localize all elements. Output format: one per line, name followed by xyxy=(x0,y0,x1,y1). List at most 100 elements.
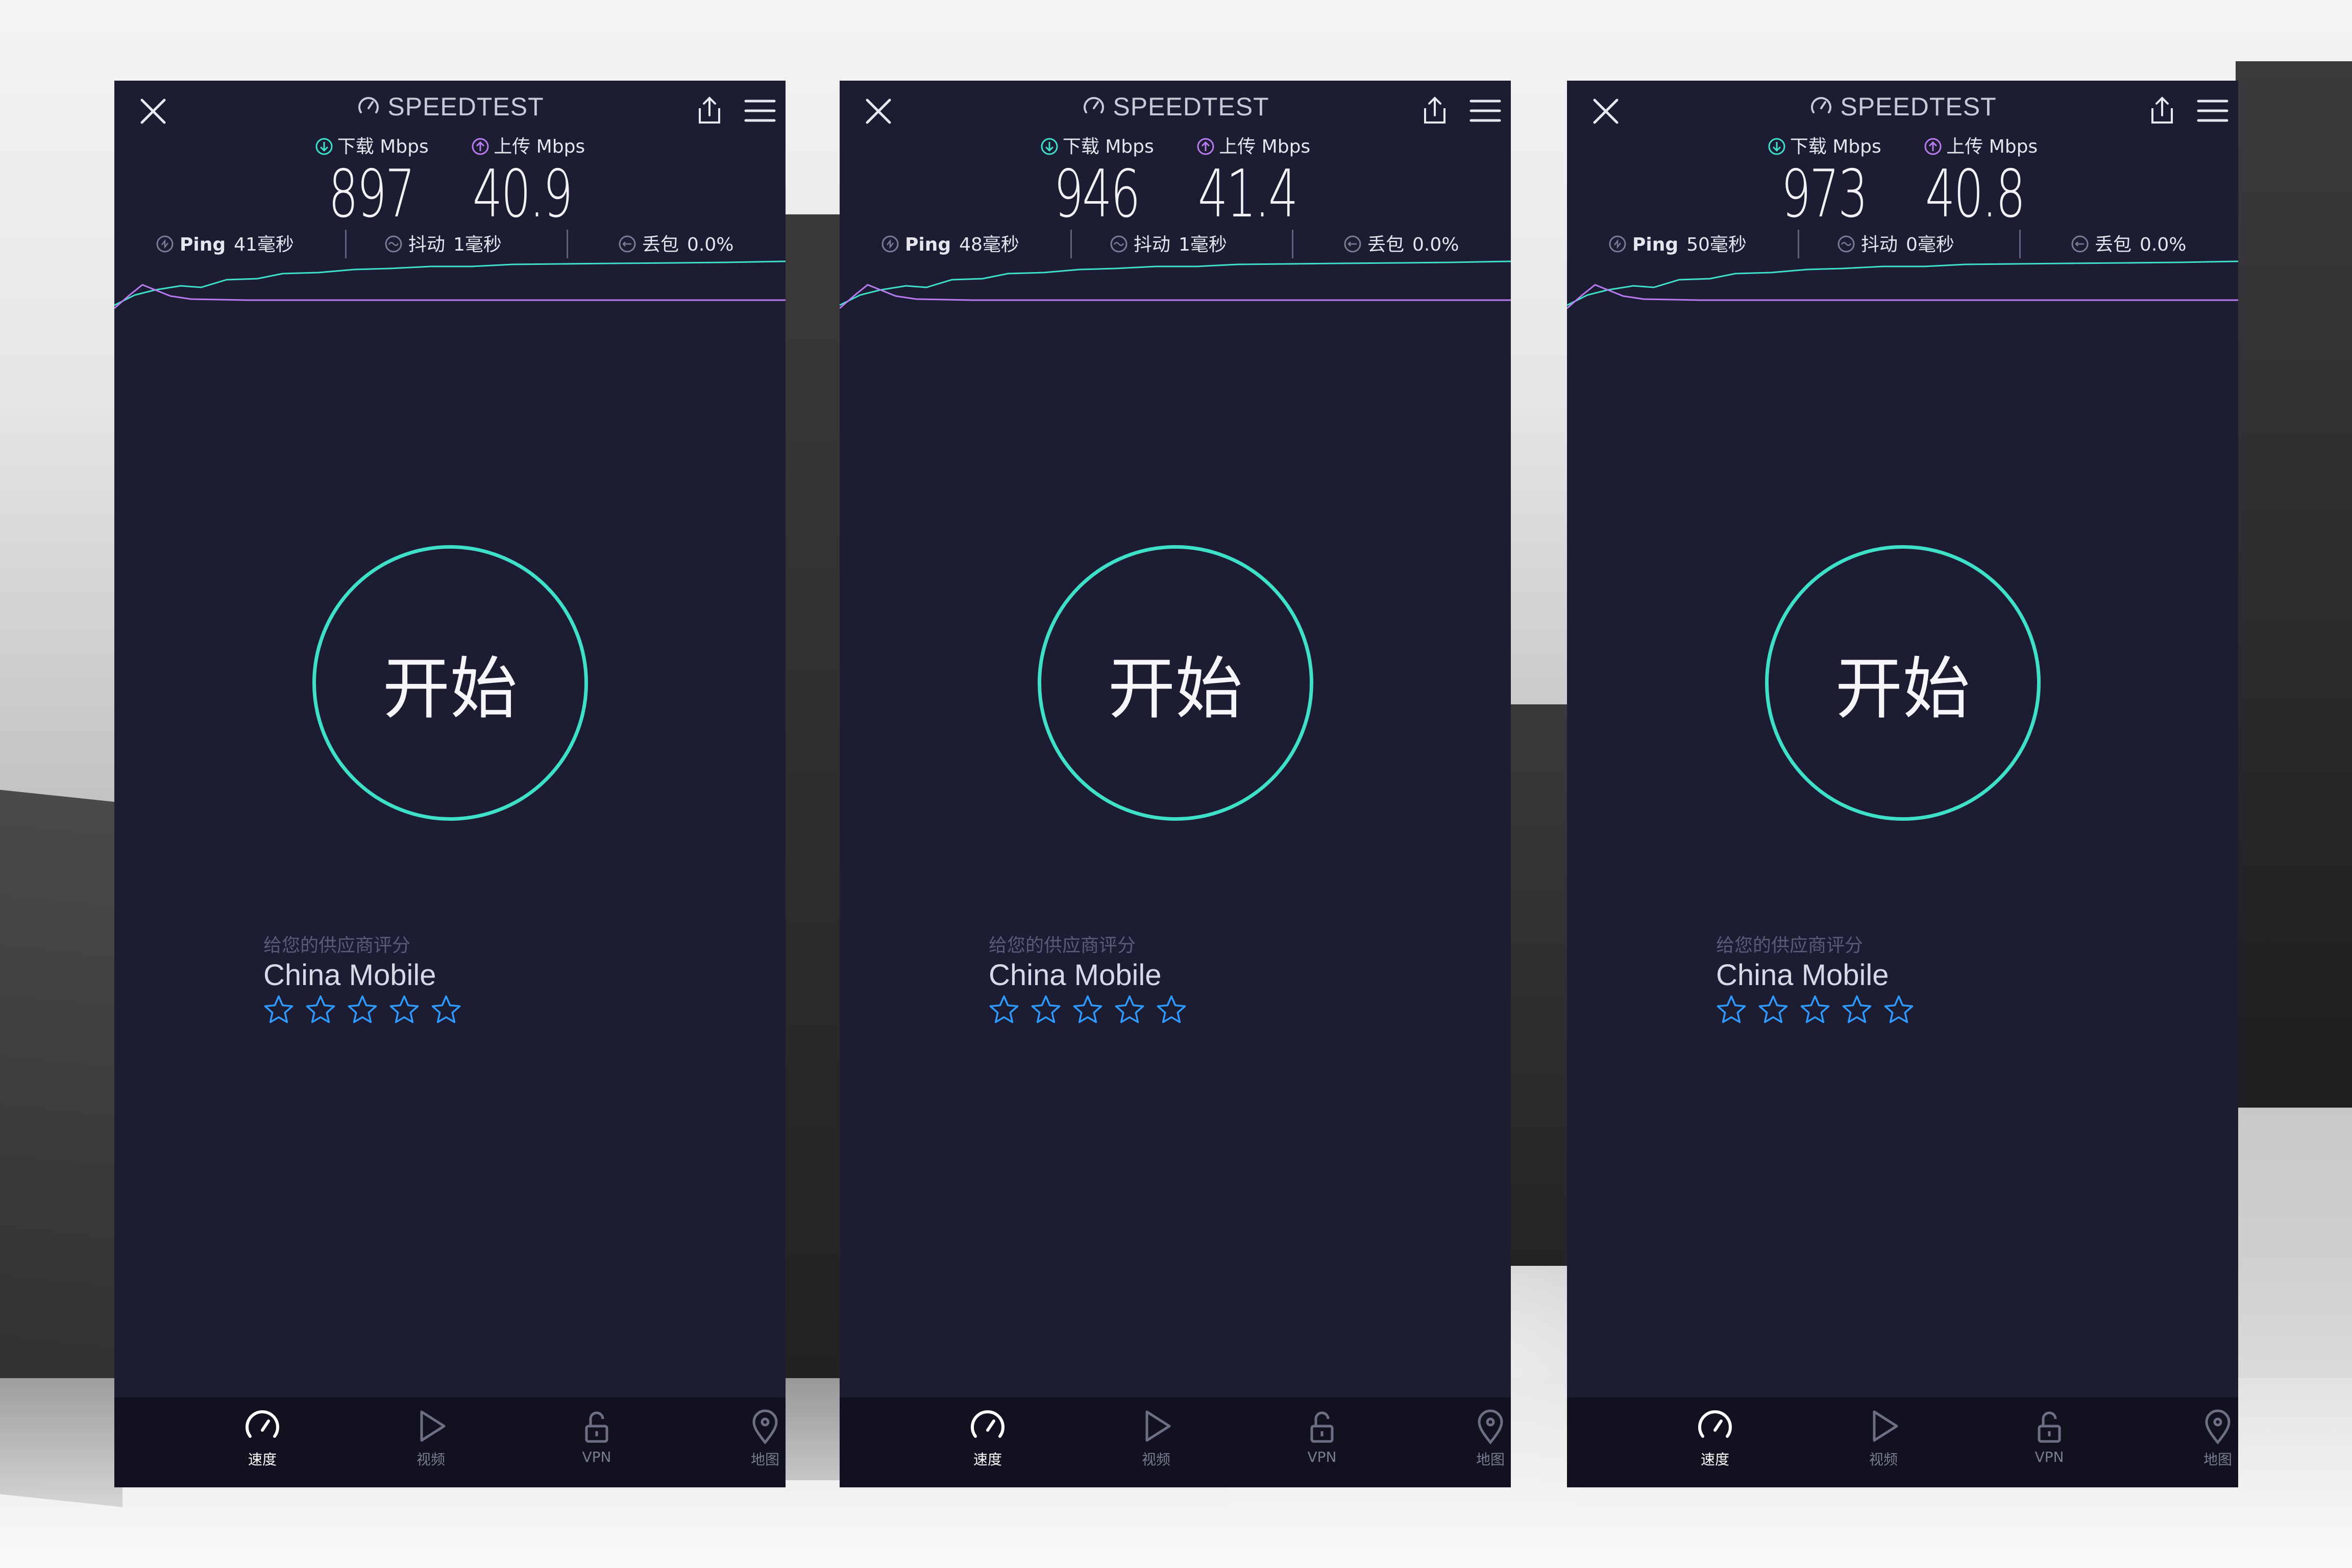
jitter-icon xyxy=(385,235,402,253)
download-value: 897 xyxy=(328,156,415,232)
jitter-value: 0毫秒 xyxy=(1906,234,1954,255)
star-icon[interactable] xyxy=(389,994,420,1025)
nav-item-play[interactable]: 视频 xyxy=(1832,1407,1934,1469)
start-label: 开始 xyxy=(1108,649,1243,728)
star-icon[interactable] xyxy=(1800,994,1830,1025)
download-label: 下载 Mbps xyxy=(337,136,429,157)
map-pin-icon xyxy=(1439,1407,1511,1446)
star-icon[interactable] xyxy=(1156,994,1187,1025)
star-icon[interactable] xyxy=(1072,994,1103,1025)
download-graph-line xyxy=(840,260,1511,306)
ping-label: Ping xyxy=(905,234,951,255)
nav-item-speedometer[interactable]: 速度 xyxy=(1664,1407,1766,1469)
share-icon[interactable] xyxy=(1419,95,1451,127)
star-icon[interactable] xyxy=(1842,994,1872,1025)
start-label: 开始 xyxy=(382,649,518,728)
share-icon[interactable] xyxy=(694,95,725,127)
nav-item-map-pin[interactable]: 地图 xyxy=(2167,1407,2238,1469)
packet-loss-icon xyxy=(2071,235,2089,253)
app-brand: SPEEDTEST xyxy=(114,92,786,121)
start-button[interactable]: 开始 xyxy=(1765,545,2041,821)
star-icon[interactable] xyxy=(431,994,461,1025)
loss-label: 丢包 xyxy=(642,234,679,255)
nav-label: VPN xyxy=(582,1449,611,1465)
app-title: SPEEDTEST xyxy=(1113,92,1269,121)
nav-label: 地图 xyxy=(2203,1451,2232,1468)
download-label: 下载 Mbps xyxy=(1790,136,1881,157)
upload-label: 上传 Mbps xyxy=(1946,136,2038,157)
packet-loss-icon xyxy=(619,235,636,253)
star-icon[interactable] xyxy=(1716,994,1747,1025)
background-router-right xyxy=(2236,61,2352,1108)
nav-item-play[interactable]: 视频 xyxy=(1105,1407,1207,1469)
provider-name: China Mobile xyxy=(263,959,436,992)
upload-value: 40.8 xyxy=(1925,156,2026,232)
star-icon[interactable] xyxy=(1883,994,1914,1025)
star-icon[interactable] xyxy=(347,994,378,1025)
nav-item-speedometer[interactable]: 速度 xyxy=(937,1407,1039,1469)
stat-divider xyxy=(567,230,568,258)
provider-name: China Mobile xyxy=(1716,959,1889,992)
speedtest-logo-icon xyxy=(358,97,379,113)
download-graph-line xyxy=(114,260,786,306)
nav-item-lock[interactable]: VPN xyxy=(1998,1407,2100,1465)
loss-value: 0.0% xyxy=(2140,234,2187,255)
packet-loss-icon xyxy=(1344,235,1361,253)
star-icon[interactable] xyxy=(1031,994,1061,1025)
menu-icon[interactable] xyxy=(1469,97,1502,125)
star-icon[interactable] xyxy=(989,994,1019,1025)
jitter-stat: 抖动 1毫秒 xyxy=(1109,230,1227,256)
ping-value: 50毫秒 xyxy=(1686,234,1747,255)
speed-values: 973 40.8 xyxy=(1661,156,2144,232)
ping-value: 48毫秒 xyxy=(959,234,1019,255)
jitter-stat: 抖动 0毫秒 xyxy=(1836,230,1954,256)
nav-label: 视频 xyxy=(1141,1451,1170,1468)
menu-icon[interactable] xyxy=(2196,97,2229,125)
speed-graph xyxy=(114,260,786,309)
speed-graph xyxy=(1567,260,2238,309)
nav-label: 速度 xyxy=(248,1451,277,1468)
jitter-label: 抖动 xyxy=(408,234,446,255)
upload-label: 上传 Mbps xyxy=(494,136,585,157)
bottom-nav: 速度 视频 VPN 地图 xyxy=(840,1398,1511,1487)
loss-label: 丢包 xyxy=(1367,234,1405,255)
nav-item-lock[interactable]: VPN xyxy=(546,1407,648,1465)
speedtest-logo-icon xyxy=(1084,97,1105,113)
rating-stars xyxy=(263,994,473,1027)
download-arrow-icon xyxy=(1768,138,1785,155)
app-brand: SPEEDTEST xyxy=(1567,92,2238,121)
ping-stat: Ping 48毫秒 xyxy=(880,230,1019,256)
play-icon xyxy=(380,1407,482,1446)
nav-item-speedometer[interactable]: 速度 xyxy=(211,1407,313,1469)
stat-divider xyxy=(1292,230,1293,258)
loss-value: 0.0% xyxy=(687,234,734,255)
nav-label: 地图 xyxy=(750,1451,779,1468)
nav-item-map-pin[interactable]: 地图 xyxy=(1439,1407,1511,1469)
start-button[interactable]: 开始 xyxy=(312,545,588,821)
nav-item-lock[interactable]: VPN xyxy=(1271,1407,1373,1465)
download-label-group: 下载 Mbps xyxy=(1768,132,1881,158)
star-icon[interactable] xyxy=(305,994,336,1025)
star-icon[interactable] xyxy=(263,994,294,1025)
loss-label: 丢包 xyxy=(2095,234,2132,255)
jitter-label: 抖动 xyxy=(1134,234,1171,255)
upload-label-group: 上传 Mbps xyxy=(1924,132,2038,158)
speedtest-screen: SPEEDTEST 下载 Mbps 上传 Mbps xyxy=(1567,81,2238,1487)
star-icon[interactable] xyxy=(1758,994,1788,1025)
stat-divider xyxy=(2019,230,2021,258)
speedometer-icon xyxy=(1664,1407,1766,1446)
nav-item-play[interactable]: 视频 xyxy=(380,1407,482,1469)
jitter-label: 抖动 xyxy=(1861,234,1898,255)
speedtest-screen: SPEEDTEST 下载 Mbps 上传 Mbps xyxy=(840,81,1511,1487)
play-icon xyxy=(1105,1407,1207,1446)
star-icon[interactable] xyxy=(1114,994,1145,1025)
nav-label: 视频 xyxy=(1869,1451,1898,1468)
nav-label: 地图 xyxy=(1476,1451,1505,1468)
speed-values: 897 40.9 xyxy=(208,156,692,232)
download-graph-line xyxy=(1567,260,2238,306)
nav-item-map-pin[interactable]: 地图 xyxy=(714,1407,786,1469)
menu-icon[interactable] xyxy=(744,97,776,125)
ping-value: 41毫秒 xyxy=(234,234,294,255)
start-button[interactable]: 开始 xyxy=(1037,545,1313,821)
share-icon[interactable] xyxy=(2146,95,2178,127)
